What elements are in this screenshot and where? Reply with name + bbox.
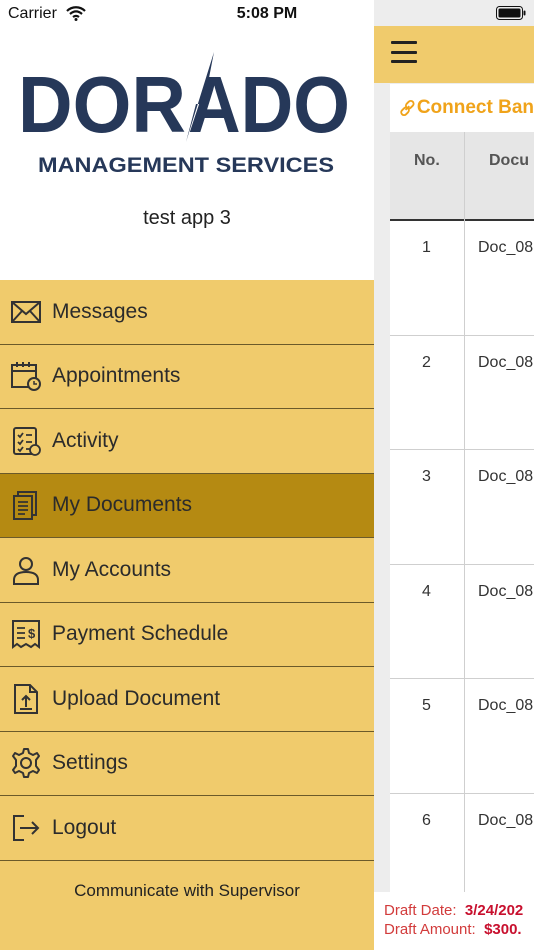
draft-amount-line: Draft Amount: $300. [384,921,534,938]
document-name[interactable]: Doc_08 [478,354,533,372]
column-header-no: No. [414,152,440,169]
user-icon [9,553,43,587]
menu-item-settings[interactable]: Settings [0,732,374,796]
menu-item-label: Upload Document [52,686,221,710]
document-name[interactable]: Doc_08 [478,239,533,257]
brand-name-part2: ADO [188,60,350,149]
table-row[interactable]: 1 Doc_08 [390,221,534,336]
draft-summary: Draft Date: 3/24/202 Draft Amount: $300. [374,892,534,950]
draft-amount-label: Draft Amount: [384,921,476,938]
document-name[interactable]: Doc_08 [478,583,533,601]
menu-item-activity[interactable]: Activity [0,409,374,474]
row-number: 2 [422,353,431,371]
dorado-logo: DOR ADO MANAGEMENT SERVICES [18,52,350,176]
navigation-drawer: DOR ADO MANAGEMENT SERVICES test app 3 M… [0,0,374,950]
draft-date-line: Draft Date: 3/24/202 [384,902,534,919]
menu-item-label: Logout [52,815,117,839]
document-name[interactable]: Doc_08 [478,697,533,715]
menu-list: Messages Appointments Activity My Docume… [0,280,374,950]
documents-table: No. Docu 1 Doc_08 2 Doc_08 3 Doc_08 4 Do… [390,132,534,892]
gear-icon [9,746,43,780]
menu-item-label: My Accounts [52,557,172,581]
menu-item-label: My Documents [52,493,193,517]
table-row[interactable]: 2 Doc_08 [390,336,534,450]
menu-item-label: Payment Schedule [52,622,229,646]
app-name: test app 3 [143,207,231,229]
checklist-icon [9,424,43,458]
main-panel: Connect Ban No. Docu 1 Doc_08 2 Doc_08 3… [374,0,534,950]
menu-item-label: Appointments [52,364,181,388]
link-icon [400,99,415,117]
documents-icon [9,488,43,522]
status-bar: Carrier 5:08 PM [0,0,534,28]
row-number: 5 [422,697,431,714]
table-row[interactable]: 5 Doc_08 [390,679,534,794]
draft-date-label: Draft Date: [384,902,457,919]
calendar-clock-icon [9,359,43,393]
table-row[interactable]: 3 Doc_08 [390,450,534,565]
row-number: 3 [422,468,431,485]
table-header: No. Docu [390,132,534,221]
menu-item-upload-document[interactable]: Upload Document [0,667,374,732]
table-row[interactable]: 4 Doc_08 [390,565,534,679]
menu-item-label: Activity [52,428,119,452]
hamburger-menu-icon[interactable] [391,41,417,63]
battery-icon [496,6,526,20]
svg-text:$: $ [28,626,36,641]
envelope-icon [9,295,43,329]
connect-bank-label: Connect Ban [416,97,534,118]
menu-item-appointments[interactable]: Appointments [0,345,374,409]
communicate-with-supervisor-link[interactable]: Communicate with Supervisor [0,881,374,901]
menu-item-my-documents[interactable]: My Documents [0,473,374,538]
connect-bank-button[interactable]: Connect Ban [390,84,534,132]
document-name[interactable]: Doc_08 [478,812,533,830]
top-bar [374,26,534,83]
brand-tagline: MANAGEMENT SERVICES [38,154,334,176]
brand-name-part1: DOR [18,60,186,149]
menu-item-my-accounts[interactable]: My Accounts [0,538,374,603]
menu-item-label: Messages [52,299,148,323]
menu-item-messages[interactable]: Messages [0,280,374,345]
draft-date-value: 3/24/202 [464,902,524,919]
column-header-document: Docu [489,152,529,169]
menu-item-logout[interactable]: Logout [0,796,374,861]
document-name[interactable]: Doc_08 [478,468,533,486]
menu-item-label: Settings [52,751,128,775]
upload-document-icon [9,682,43,716]
bill-dollar-icon: $ [9,617,43,651]
table-row[interactable]: 6 Doc_08 [390,794,534,893]
logout-icon [9,811,43,845]
clock-time: 5:08 PM [236,5,298,22]
row-number: 6 [422,811,431,829]
row-number: 1 [422,239,431,256]
row-number: 4 [422,582,431,600]
menu-item-payment-schedule[interactable]: $ Payment Schedule [0,603,374,667]
draft-amount-value: $300. [484,921,522,938]
